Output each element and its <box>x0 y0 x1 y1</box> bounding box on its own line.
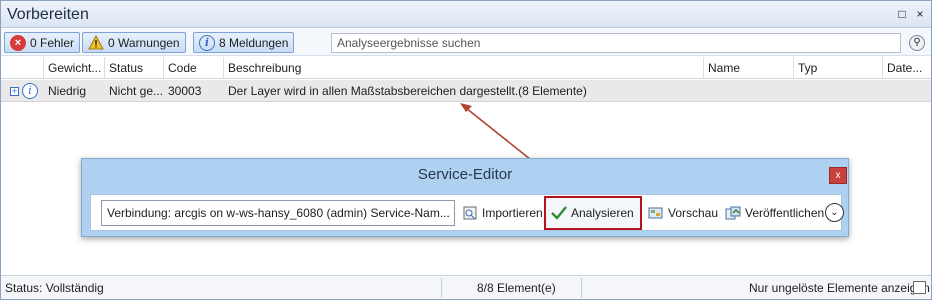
info-icon: i <box>199 34 215 51</box>
column-header-weight[interactable]: Gewicht... <box>44 57 105 79</box>
filter-toolbar: × 0 Fehler 0 Warnungen i 8 Meldungen Ana… <box>1 29 931 56</box>
column-header-icons <box>1 57 44 79</box>
cell-status: Nicht ge... <box>109 84 164 98</box>
errors-filter-button[interactable]: × 0 Fehler <box>4 32 81 53</box>
column-header-description[interactable]: Beschreibung <box>224 57 704 79</box>
search-input[interactable]: Analyseergebnisse suchen <box>331 33 901 53</box>
unresolved-only-checkbox[interactable] <box>913 281 926 294</box>
warnings-filter-button[interactable]: 0 Warnungen <box>82 32 186 53</box>
import-button[interactable]: Importieren <box>462 202 543 224</box>
analyze-label: Analysieren <box>571 206 634 220</box>
column-header-type[interactable]: Typ <box>794 57 883 79</box>
cell-description: Der Layer wird in allen Maßstabsbereiche… <box>228 84 587 98</box>
status-divider <box>441 278 442 298</box>
column-header-name[interactable]: Name <box>704 57 794 79</box>
cell-weight: Niedrig <box>48 84 87 98</box>
status-text: Status: Vollständig <box>5 281 104 295</box>
results-grid-header: Gewicht... Status Code Beschreibung Name… <box>1 57 931 79</box>
publish-icon <box>725 205 741 221</box>
chevron-down-icon[interactable]: ⌄ <box>825 203 844 222</box>
connection-field[interactable]: Verbindung: arcgis on w-ws-hansy_6080 (a… <box>101 200 455 226</box>
preview-label: Vorschau <box>668 206 719 220</box>
column-header-status[interactable]: Status <box>105 57 164 79</box>
warning-icon <box>88 35 104 51</box>
status-bar: Status: Vollständig 8/8 Element(e) Nur u… <box>1 275 931 299</box>
service-editor-window: Service-Editor x Verbindung: arcgis on w… <box>81 158 849 237</box>
status-divider <box>581 278 582 298</box>
cell-name <box>704 80 794 102</box>
preview-button[interactable]: Vorschau <box>648 202 718 224</box>
service-editor-close-button[interactable]: x <box>829 167 847 184</box>
messages-filter-label: 8 Meldungen <box>219 35 289 50</box>
cell-date <box>883 80 931 102</box>
close-icon[interactable]: × <box>913 7 927 21</box>
warnings-filter-label: 0 Warnungen <box>108 35 180 50</box>
column-header-date[interactable]: Date... <box>883 57 931 79</box>
element-count: 8/8 Element(e) <box>477 281 556 295</box>
pane-titlebar: Vorbereiten □ × <box>1 1 931 28</box>
publish-label: Veröffentlichen <box>745 206 825 220</box>
messages-filter-button[interactable]: i 8 Meldungen <box>193 32 295 53</box>
errors-filter-label: 0 Fehler <box>30 35 75 50</box>
maximize-icon[interactable]: □ <box>895 7 909 21</box>
publish-button[interactable]: Veröffentlichen <box>725 202 824 224</box>
error-icon: × <box>10 34 26 51</box>
pane-title: Vorbereiten <box>7 6 89 23</box>
checkmark-icon <box>551 205 567 221</box>
prepare-pane: Vorbereiten □ × × 0 Fehler 0 Warnungen i… <box>0 0 932 300</box>
import-icon <box>462 205 478 221</box>
info-icon: i <box>22 83 38 99</box>
table-row[interactable]: + i Niedrig Nicht ge... 30003 Der Layer … <box>1 80 931 102</box>
cell-type <box>794 80 883 102</box>
service-editor-toolbar: Verbindung: arcgis on w-ws-hansy_6080 (a… <box>90 194 844 231</box>
unresolved-only-label: Nur ungelöste Elemente anzeigen <box>749 281 930 295</box>
service-editor-title: Service-Editor <box>417 166 513 183</box>
column-header-code[interactable]: Code <box>164 57 224 79</box>
expand-icon[interactable]: + <box>10 87 19 96</box>
search-options-icon[interactable]: ⚲ <box>909 35 925 51</box>
preview-icon <box>648 205 664 221</box>
import-label: Importieren <box>482 206 543 220</box>
cell-code: 30003 <box>168 84 202 98</box>
analyze-button[interactable]: Analysieren <box>551 202 634 224</box>
